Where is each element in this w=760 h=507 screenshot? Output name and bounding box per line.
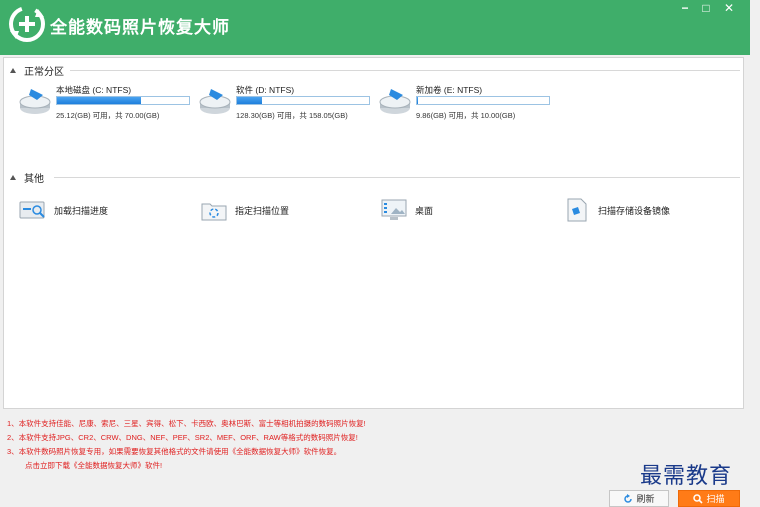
section-normal-partitions[interactable]: 正常分区 [10,63,64,78]
maximize-button[interactable]: □ [697,1,715,15]
main-panel: 正常分区 本地磁盘 (C: NTFS) 25.12(GB) 可用，共 70.00… [3,57,744,409]
load-scan-progress-icon [19,201,45,219]
note-line: 1、本软件支持佳能、尼康、索尼、三星、宾得、松下、卡西欧、奥林巴斯、富士等相机拍… [7,419,366,428]
hard-drive-icon [19,89,51,114]
section-label: 其他 [24,173,44,185]
scan-label: 扫描 [706,494,725,504]
search-icon [693,493,704,504]
drive-size-text: 128.30(GB) 可用，共 158.05(GB) [236,111,348,120]
divider [54,177,740,178]
download-link[interactable]: 点击立即下载《全能数据恢复大师》软件! [7,459,366,473]
hard-drive-icon [199,89,231,114]
section-other[interactable]: 其他 [10,170,44,185]
drive-usage-bar [56,96,190,105]
notes: 1、本软件支持佳能、尼康、索尼、三星、宾得、松下、卡西欧、奥林巴斯、富士等相机拍… [7,417,366,473]
drive-size-text: 9.86(GB) 可用，共 10.00(GB) [416,111,516,120]
drive-usage-bar [416,96,550,105]
title-bar: 全能数码照片恢复大师 − □ ✕ [0,0,750,55]
drive-usage-bar [236,96,370,105]
refresh-button[interactable]: 刷新 [609,490,669,507]
option-load-scan-progress[interactable]: 加载扫描进度 [18,197,108,223]
scan-button[interactable]: 扫描 [678,490,740,507]
app-title: 全能数码照片恢复大师 [50,18,230,37]
drive-name: 本地磁盘 (C: NTFS) [56,85,132,95]
hard-drive-icon [379,89,411,114]
refresh-label: 刷新 [636,494,655,504]
app-logo-icon [9,6,45,42]
collapse-arrow-icon [10,67,16,73]
device-image-icon [567,198,587,222]
minimize-button[interactable]: − [676,1,694,15]
drive-usage-fill [57,97,142,104]
drive-usage-fill [417,97,419,104]
drive-e[interactable]: 新加卷 (E: NTFS) 9.86(GB) 可用，共 10.00(GB) [378,84,558,124]
option-label: 加载扫描进度 [54,205,109,216]
drive-d[interactable]: 软件 (D: NTFS) 128.30(GB) 可用，共 158.05(GB) [198,84,378,124]
section-label: 正常分区 [24,66,64,78]
option-desktop[interactable]: 桌面 [379,197,433,223]
drive-name: 新加卷 (E: NTFS) [416,85,483,95]
drive-usage-fill [237,97,263,104]
option-scan-location[interactable]: 指定扫描位置 [199,197,289,223]
drive-c[interactable]: 本地磁盘 (C: NTFS) 25.12(GB) 可用，共 70.00(GB) [18,84,198,124]
drive-name: 软件 (D: NTFS) [236,85,295,95]
collapse-arrow-icon [10,174,16,180]
divider [70,70,740,71]
scan-location-icon [201,203,227,221]
note-line: 2、本软件支持JPG、CR2、CRW、DNG、NEF、PEF、SR2、MEF、O… [7,433,358,442]
option-label: 指定扫描位置 [235,205,290,216]
option-device-image[interactable]: 扫描存储设备镜像 [562,197,670,223]
desktop-icon [381,199,407,220]
watermark: 最需教育 [640,464,733,489]
note-line: 3、本软件数码照片恢复专用，如果需要恢复其他格式的文件请使用《全能数据恢复大师》… [7,447,342,456]
drive-size-text: 25.12(GB) 可用，共 70.00(GB) [56,111,160,120]
refresh-icon [624,493,633,503]
option-label: 扫描存储设备镜像 [598,205,671,216]
option-label: 桌面 [415,205,434,216]
close-button[interactable]: ✕ [720,1,738,15]
